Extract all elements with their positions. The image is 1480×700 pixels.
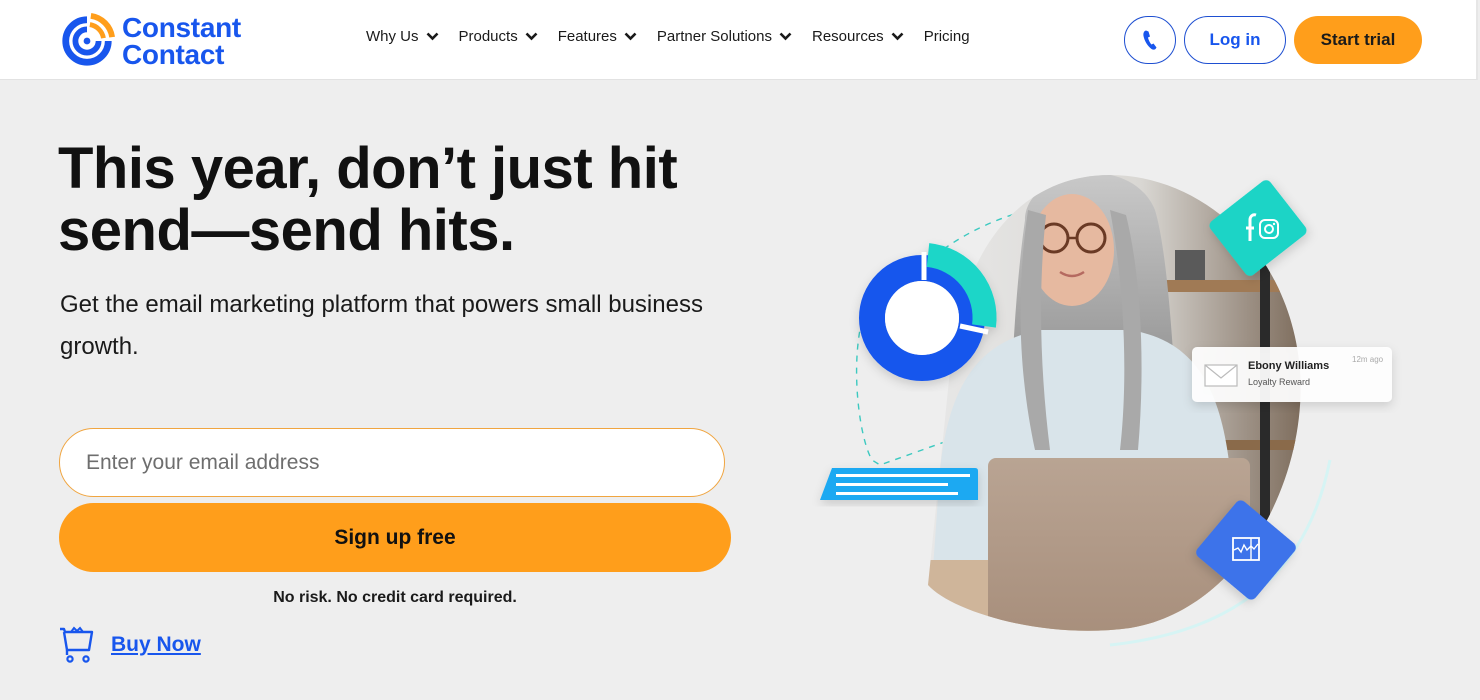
chevron-down-icon: [525, 32, 538, 41]
buy-now-label: Buy Now: [111, 633, 201, 656]
start-trial-button[interactable]: Start trial: [1294, 16, 1422, 64]
sign-up-free-button[interactable]: Sign up free: [59, 503, 731, 572]
phone-button[interactable]: [1124, 16, 1176, 64]
chevron-down-icon: [426, 32, 438, 41]
notification-time: 12m ago: [1352, 355, 1384, 364]
chat-bubble: [820, 468, 978, 500]
chevron-down-icon: [624, 32, 637, 41]
nav-label: Features: [557, 28, 617, 45]
notification-subtitle: Loyalty Reward: [1248, 377, 1311, 387]
constant-contact-logo-icon: [62, 12, 116, 66]
hero-subhead: Get the email marketing platform that po…: [60, 291, 703, 360]
buy-now-link[interactable]: Buy Now: [59, 626, 201, 664]
nav-item-products[interactable]: Products: [459, 28, 538, 45]
no-risk-disclaimer: No risk. No credit card required.: [273, 589, 517, 606]
chevron-down-icon: [779, 32, 792, 41]
shopping-cart-icon: [60, 626, 94, 663]
envelope-icon: [1204, 364, 1238, 387]
nav-label: Products: [458, 28, 518, 45]
hero-illustration: Ebony Williams Loyalty Reward 12m ago: [810, 140, 1430, 680]
nav-item-resources[interactable]: Resources: [812, 28, 904, 45]
hero-illustration-graphic: [820, 175, 1392, 647]
email-input[interactable]: [59, 428, 725, 497]
nav-item-pricing[interactable]: Pricing: [924, 28, 970, 45]
nav-label: Partner Solutions: [656, 28, 772, 45]
nav-item-features[interactable]: Features: [558, 28, 637, 45]
nav-item-partner-solutions[interactable]: Partner Solutions: [657, 28, 792, 45]
donut-chart: [859, 243, 997, 381]
chevron-down-icon: [891, 32, 904, 41]
nav-label: Pricing: [923, 28, 970, 45]
nav-label: Why Us: [366, 28, 419, 45]
logo-line-1: Constant: [122, 12, 241, 43]
nav-label: Resources: [811, 28, 884, 45]
nav-item-why-us[interactable]: Why Us: [366, 28, 439, 45]
logo-line-2: Contact: [122, 39, 225, 70]
logo-wordmark: Constant Contact: [122, 12, 241, 70]
site-header: Constant Contact Why Us Products Feature…: [0, 0, 1478, 80]
main-nav: Why Us Products Features Partner Solutio…: [366, 28, 970, 45]
notification-name: Ebony Williams: [1248, 360, 1330, 372]
phone-icon: [1143, 30, 1157, 50]
hero-headline: This year, don’t just hit send—send hits…: [58, 136, 678, 263]
logo-link[interactable]: Constant Contact: [58, 12, 241, 70]
login-button[interactable]: Log in: [1184, 16, 1286, 64]
